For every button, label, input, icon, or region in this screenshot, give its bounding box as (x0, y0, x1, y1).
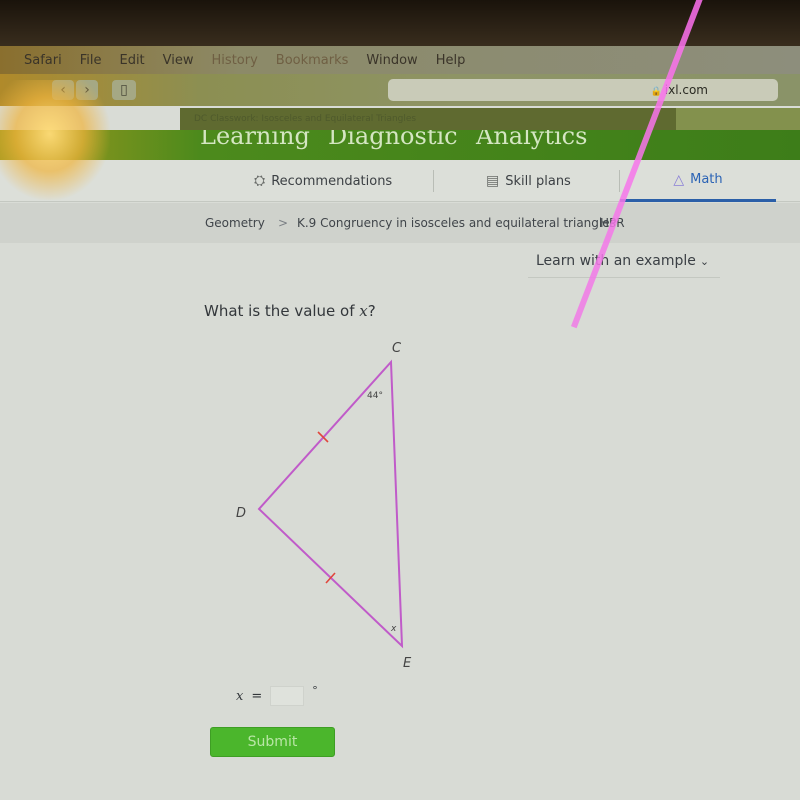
triangle-figure: C D E 44° x (236, 341, 412, 671)
answer-input[interactable] (270, 686, 305, 706)
degree-symbol: ° (312, 683, 318, 697)
answer-row: x = ° (236, 683, 318, 706)
angle-label-c: 44° (367, 391, 383, 401)
vertex-label-d: D (236, 506, 246, 521)
angle-label-e: x (390, 624, 397, 634)
triangle-cde (257, 359, 404, 649)
vertex-label-c: C (392, 341, 402, 356)
submit-button[interactable]: Submit (210, 727, 335, 757)
answer-variable: x (236, 688, 244, 704)
equals-sign: = (251, 688, 263, 704)
vertex-label-e: E (403, 656, 412, 671)
